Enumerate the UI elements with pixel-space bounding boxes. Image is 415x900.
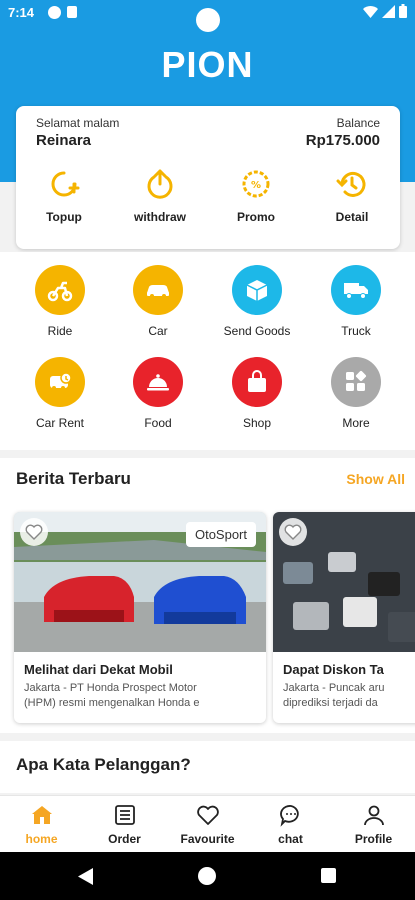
- motorbike-icon: [35, 265, 85, 315]
- balance-value: Rp175.000: [305, 132, 380, 149]
- news-headline: Dapat Diskon Ta: [283, 662, 384, 677]
- news-excerpt: Jakarta - Puncak aru diprediksi terjadi …: [283, 682, 385, 709]
- home-button-icon[interactable]: [198, 867, 216, 885]
- car-icon: [133, 265, 183, 315]
- food-cloche-icon: [133, 357, 183, 407]
- nav-profile-label: Profile: [354, 832, 393, 846]
- detail-label: Detail: [335, 210, 369, 224]
- back-icon[interactable]: [78, 868, 93, 885]
- testimonials-section: Apa Kata Pelanggan?: [0, 741, 415, 793]
- status-time: 7:14: [8, 5, 35, 20]
- promo-button[interactable]: % Promo: [208, 168, 304, 232]
- shopping-bag-icon: [232, 357, 282, 407]
- show-all-link[interactable]: Show All: [346, 471, 405, 487]
- nav-order[interactable]: Order: [83, 796, 166, 852]
- topup-label: Topup: [46, 210, 82, 224]
- service-shop-label: Shop: [242, 416, 272, 430]
- sim-card-icon: [67, 6, 77, 18]
- history-icon: [336, 171, 366, 197]
- service-ride-label: Ride: [47, 324, 73, 338]
- promo-label: Promo: [236, 210, 275, 224]
- person-icon: [363, 805, 384, 826]
- favorite-heart-icon[interactable]: [20, 518, 48, 546]
- recent-apps-icon[interactable]: [321, 868, 336, 883]
- battery-icon: [399, 4, 407, 18]
- service-send-goods-label: Send Goods: [223, 324, 291, 338]
- system-navigation-bar: [0, 852, 415, 900]
- greeting-text: Selamat malam: [36, 116, 120, 130]
- news-section-title: Berita Terbaru: [16, 469, 131, 488]
- service-shop[interactable]: Shop: [207, 357, 307, 430]
- service-more-label: More: [342, 416, 370, 430]
- service-ride[interactable]: Ride: [10, 265, 110, 338]
- withdraw-label: withdraw: [133, 210, 186, 224]
- home-icon: [31, 806, 52, 824]
- service-more[interactable]: More: [306, 357, 406, 430]
- promo-icon: %: [242, 170, 270, 198]
- service-truck[interactable]: Truck: [306, 265, 406, 338]
- chat-bubble-icon: [279, 805, 299, 827]
- news-card[interactable]: Dapat Diskon Ta Jakarta - Puncak aru dip…: [273, 512, 415, 723]
- package-icon: [232, 265, 282, 315]
- balance-card: Selamat malam Reinara Balance Rp175.000 …: [16, 106, 400, 249]
- system-status-icons: [363, 4, 407, 18]
- nav-favourite-label: Favourite: [180, 832, 235, 846]
- service-send-goods[interactable]: Send Goods: [207, 265, 307, 338]
- service-car-rent[interactable]: Car Rent: [10, 357, 110, 430]
- order-list-icon: [114, 805, 135, 825]
- app-title: PION: [161, 44, 254, 85]
- camera-cutout: [196, 8, 220, 32]
- service-car[interactable]: Car: [108, 265, 208, 338]
- nav-chat-label: chat: [278, 832, 303, 846]
- notification-icon: [48, 6, 61, 19]
- testimonials-title: Apa Kata Pelanggan?: [16, 755, 191, 774]
- truck-icon: [331, 265, 381, 315]
- svg-text:%: %: [251, 180, 261, 191]
- service-food[interactable]: Food: [108, 357, 208, 430]
- news-source-tag: OtoSport: [185, 522, 256, 547]
- topup-icon: [51, 171, 80, 197]
- signal-icon: [382, 4, 395, 18]
- nav-home-label: home: [25, 832, 58, 846]
- bottom-navigation: home Order Favourite chat Profile: [0, 795, 415, 852]
- user-name: Reinara: [36, 132, 92, 149]
- news-headline: Melihat dari Dekat Mobil: [24, 662, 173, 677]
- balance-label: Balance: [336, 116, 380, 130]
- car-rent-icon: [35, 357, 85, 407]
- service-car-label: Car: [148, 324, 168, 338]
- service-truck-label: Truck: [341, 324, 371, 338]
- withdraw-button[interactable]: withdraw: [112, 168, 208, 232]
- more-grid-icon: [331, 357, 381, 407]
- nav-profile[interactable]: Profile: [332, 796, 415, 852]
- nav-chat[interactable]: chat: [249, 796, 332, 852]
- withdraw-icon: [147, 169, 173, 199]
- nav-order-label: Order: [108, 832, 141, 846]
- wifi-icon: [363, 5, 378, 18]
- favorite-heart-icon[interactable]: [279, 518, 307, 546]
- wallet-actions: Topup withdraw % Promo Detail: [16, 168, 400, 232]
- nav-home[interactable]: home: [0, 796, 83, 852]
- news-card[interactable]: OtoSport Melihat dari Dekat Mobil Jakart…: [14, 512, 266, 723]
- news-section: Berita Terbaru Show All OtoSport Melihat…: [0, 458, 415, 733]
- services-grid: Ride Car Send Goods Truck Car Rent Food: [0, 252, 415, 450]
- news-excerpt: Jakarta - PT Honda Prospect Motor (HPM) …: [24, 682, 200, 709]
- nav-favourite[interactable]: Favourite: [166, 796, 249, 852]
- service-food-label: Food: [144, 416, 172, 430]
- heart-icon: [196, 805, 219, 825]
- service-car-rent-label: Car Rent: [35, 416, 85, 430]
- topup-button[interactable]: Topup: [16, 168, 112, 232]
- detail-button[interactable]: Detail: [304, 168, 400, 232]
